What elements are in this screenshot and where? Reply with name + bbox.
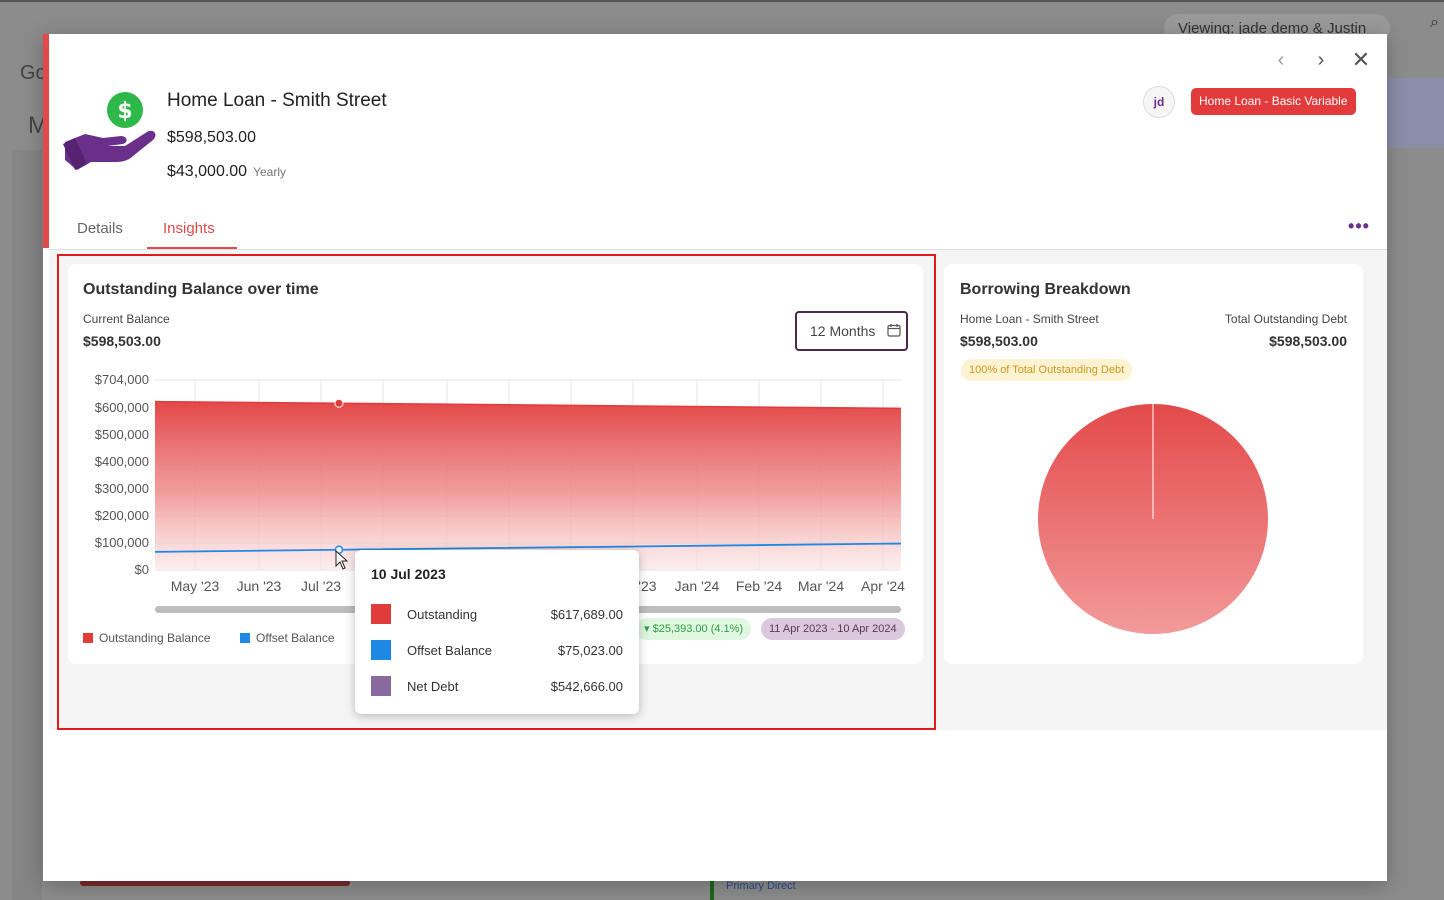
- tooltip-swatch-offset: [371, 640, 391, 660]
- total-debt-label: Total Outstanding Debt: [1224, 312, 1347, 326]
- x-tick-label: Mar '24: [798, 578, 844, 594]
- previous-button[interactable]: ‹: [1269, 48, 1293, 72]
- tooltip-value-offset: $75,023.00: [557, 643, 623, 658]
- background-panel: [12, 150, 42, 900]
- next-button[interactable]: ›: [1309, 48, 1333, 72]
- period-selector[interactable]: 12 Months: [795, 311, 908, 351]
- tooltip-swatch-net-debt: [371, 676, 391, 696]
- loan-repayment: $43,000.00 Yearly: [167, 163, 286, 181]
- tooltip-date: 10 Jul 2023: [371, 566, 446, 582]
- y-tick-label: $704,000: [95, 372, 149, 387]
- borrowing-pie-chart[interactable]: [1037, 403, 1269, 635]
- tooltip-row-outstanding: Outstanding $617,689.00: [371, 604, 623, 624]
- tooltip-row-offset: Offset Balance $75,023.00: [371, 640, 623, 660]
- loan-hand-icon: $: [63, 92, 156, 170]
- tooltip-value-net-debt: $542,666.00: [550, 679, 623, 694]
- mouse-cursor-icon: [335, 550, 349, 570]
- repayment-amount: $43,000.00: [167, 163, 248, 180]
- svg-text:$: $: [117, 99, 132, 124]
- tooltip-value-outstanding: $617,689.00: [550, 607, 623, 622]
- legend-swatch-outstanding: [83, 633, 93, 643]
- period-label: 12 Months: [810, 323, 876, 339]
- content-lower-area: [49, 730, 1387, 881]
- outstanding-point: [334, 398, 344, 408]
- debt-share-pill: 100% of Total Outstanding Debt: [961, 359, 1133, 381]
- tab-insights[interactable]: Insights: [163, 220, 215, 237]
- y-tick-label: $300,000: [95, 481, 149, 496]
- current-balance-value: $598,503.00: [83, 333, 161, 349]
- y-tick-label: $100,000: [95, 535, 149, 550]
- loan-balance: $598,503.00: [167, 129, 256, 146]
- x-tick-label: Jan '24: [675, 578, 720, 594]
- y-tick-label: $0: [135, 562, 149, 577]
- close-button[interactable]: ✕: [1349, 48, 1373, 72]
- balance-card-title: Outstanding Balance over time: [83, 281, 319, 298]
- legend-offset[interactable]: Offset Balance: [240, 631, 335, 645]
- y-tick-label: $200,000: [95, 508, 149, 523]
- tab-details[interactable]: Details: [77, 220, 123, 237]
- background-strip: [1387, 78, 1444, 148]
- breakdown-loan-label: Home Loan - Smith Street: [960, 312, 1099, 326]
- current-balance-label: Current Balance: [83, 312, 170, 326]
- more-options-button[interactable]: •••: [1343, 217, 1375, 238]
- repayment-frequency: Yearly: [253, 165, 286, 179]
- tab-bar: Details Insights: [49, 210, 1387, 250]
- x-tick-label: Feb '24: [736, 578, 782, 594]
- avatar[interactable]: jd: [1143, 86, 1175, 118]
- legend-outstanding[interactable]: Outstanding Balance: [83, 631, 210, 645]
- tooltip-label-net-debt: Net Debt: [407, 679, 459, 694]
- calendar-icon: [887, 324, 901, 337]
- total-debt-value: $598,503.00: [1269, 333, 1347, 349]
- y-tick-label: $600,000: [95, 400, 149, 415]
- tooltip-label-outstanding: Outstanding: [407, 607, 478, 622]
- active-tab-indicator: [147, 247, 237, 249]
- search-icon: ⌕: [1430, 14, 1439, 31]
- loan-title: Home Loan - Smith Street: [167, 90, 387, 111]
- balance-change-pill: ▾ $25,393.00 (4.1%): [636, 618, 752, 640]
- breakdown-card-title: Borrowing Breakdown: [960, 281, 1131, 298]
- x-tick-label: Jul '23: [301, 578, 341, 594]
- background-link: Primary Direct: [710, 880, 990, 900]
- background-topbar: [0, 0, 1444, 2]
- legend-swatch-offset: [240, 633, 250, 643]
- x-tick-label: Jun '23: [237, 578, 282, 594]
- tooltip-row-net-debt: Net Debt $542,666.00: [371, 676, 623, 696]
- loan-detail-modal: ‹ › ✕ $ Home Loan - Smith Street $598,50…: [43, 34, 1387, 881]
- x-tick-label: Apr '24: [861, 578, 905, 594]
- tooltip-label-offset: Offset Balance: [407, 643, 493, 658]
- legend-label-offset: Offset Balance: [256, 631, 335, 645]
- breakdown-loan-value: $598,503.00: [960, 333, 1038, 349]
- y-tick-label: $500,000: [95, 427, 149, 442]
- tooltip-swatch-outstanding: [371, 604, 391, 624]
- x-tick-label: May '23: [171, 578, 220, 594]
- loan-type-badge: Home Loan - Basic Variable: [1191, 88, 1356, 115]
- legend-label-outstanding: Outstanding Balance: [99, 631, 211, 645]
- date-range-pill: 11 Apr 2023 - 10 Apr 2024: [761, 618, 905, 640]
- chart-tooltip: 10 Jul 2023 Outstanding $617,689.00 Offs…: [355, 550, 639, 714]
- y-tick-label: $400,000: [95, 454, 149, 469]
